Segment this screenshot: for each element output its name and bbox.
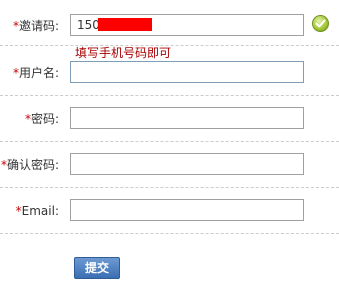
row-divider (0, 187, 339, 188)
row-divider (0, 233, 339, 234)
submit-button[interactable]: 提交 (74, 257, 120, 279)
username-input[interactable] (70, 61, 304, 83)
row-divider (0, 141, 339, 142)
row-divider (0, 45, 339, 46)
redaction-block (98, 18, 152, 31)
invite-code-hint: 填写手机号码即可 (75, 46, 172, 60)
password-label: *密码: (24, 112, 59, 126)
invite-code-label: *邀请码: (12, 19, 59, 33)
email-input[interactable] (70, 199, 304, 221)
check-circle-icon (312, 15, 329, 32)
row-divider (0, 95, 339, 96)
password-input[interactable] (70, 107, 304, 129)
username-label: *用户名: (12, 66, 59, 80)
confirm-password-label: *确认密码: (0, 158, 59, 172)
email-label: *Email: (15, 204, 59, 218)
confirm-password-input[interactable] (70, 153, 304, 175)
